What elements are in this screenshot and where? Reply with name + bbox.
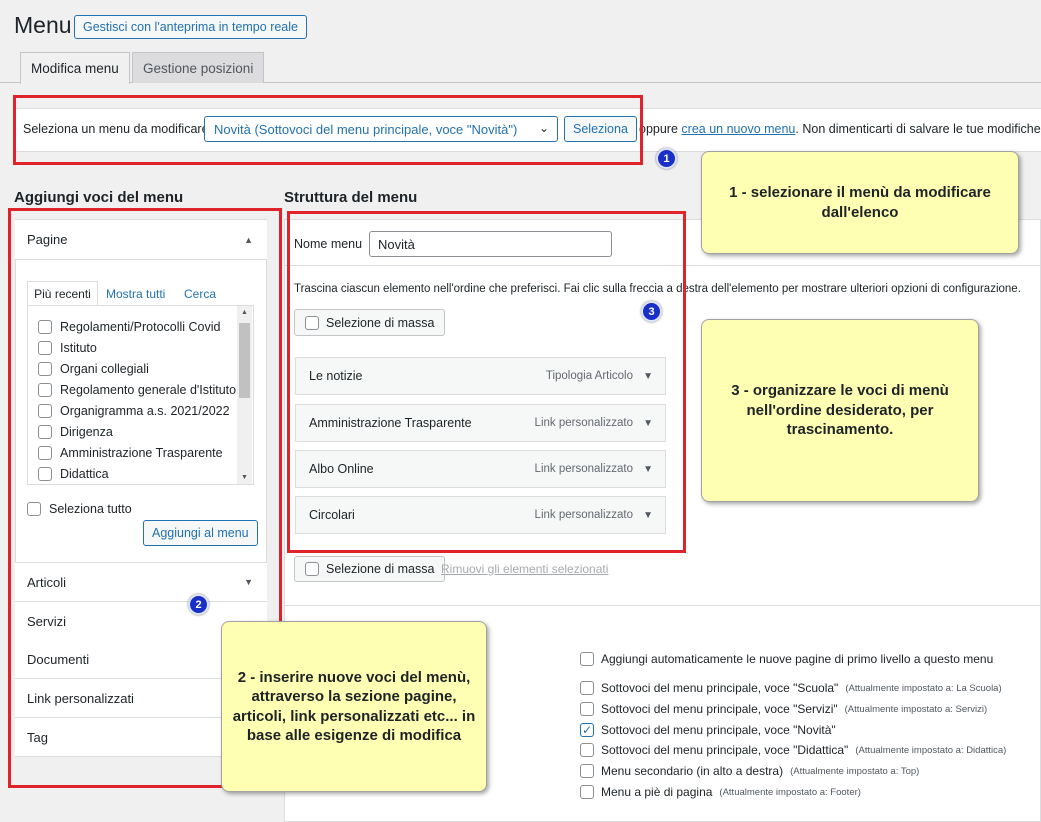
remove-selected-link[interactable]: Rimuovi gli elementi selezionati [441, 562, 608, 576]
save-reminder: . Non dimenticarti di salvare le tue mod… [795, 122, 1041, 136]
tab-edit-menu[interactable]: Modifica menu [20, 52, 130, 84]
add-items-heading: Aggiungi voci del menu [14, 189, 184, 206]
location-option[interactable]: Menu a piè di pagina (Attualmente imposta… [580, 785, 861, 799]
location-option[interactable]: Menu secondario (in alto a destra) (Attua… [580, 764, 919, 778]
highlight-box-3 [287, 211, 686, 553]
highlight-box-1 [13, 95, 643, 165]
checkbox[interactable] [580, 652, 594, 666]
checkbox[interactable] [580, 702, 594, 716]
callout-step-1: 1 - selezionare il menù da modificare da… [701, 151, 1019, 254]
live-preview-button[interactable]: Gestisci con l'anteprima in tempo reale [74, 15, 307, 39]
location-option[interactable]: Sottovoci del menu principale, voce "Scu… [580, 681, 1002, 695]
page-title: Menu [14, 12, 72, 38]
step-badge-2: 2 [188, 594, 209, 615]
bulk-select-bottom[interactable]: Selezione di massa [294, 556, 446, 582]
checkbox[interactable] [580, 764, 594, 778]
checkbox[interactable] [580, 681, 594, 695]
checkbox[interactable] [305, 562, 319, 576]
checkbox-checked[interactable] [580, 723, 594, 737]
create-menu-text: oppure crea un nuovo menu. Non dimentica… [639, 122, 1041, 136]
or-text: oppure [639, 122, 678, 136]
step-badge-1: 1 [656, 148, 677, 169]
checkbox[interactable] [580, 743, 594, 757]
structure-heading: Struttura del menu [284, 189, 418, 206]
auto-add-option[interactable]: Aggiungi automaticamente le nuove pagine… [580, 652, 993, 666]
location-option[interactable]: Sottovoci del menu principale, voce "Ser… [580, 702, 987, 716]
divider [285, 605, 1041, 606]
tab-manage-locations[interactable]: Gestione posizioni [132, 52, 265, 83]
checkbox[interactable] [580, 785, 594, 799]
callout-step-2: 2 - inserire nuove voci del menù, attrav… [221, 621, 487, 792]
location-option[interactable]: Sottovoci del menu principale, voce "Did… [580, 743, 1006, 757]
step-badge-3: 3 [641, 301, 662, 322]
create-menu-link[interactable]: crea un nuovo menu [681, 122, 795, 136]
location-option[interactable]: Sottovoci del menu principale, voce "Nov… [580, 723, 836, 737]
callout-step-3: 3 - organizzare le voci di menù nell'ord… [701, 319, 979, 502]
